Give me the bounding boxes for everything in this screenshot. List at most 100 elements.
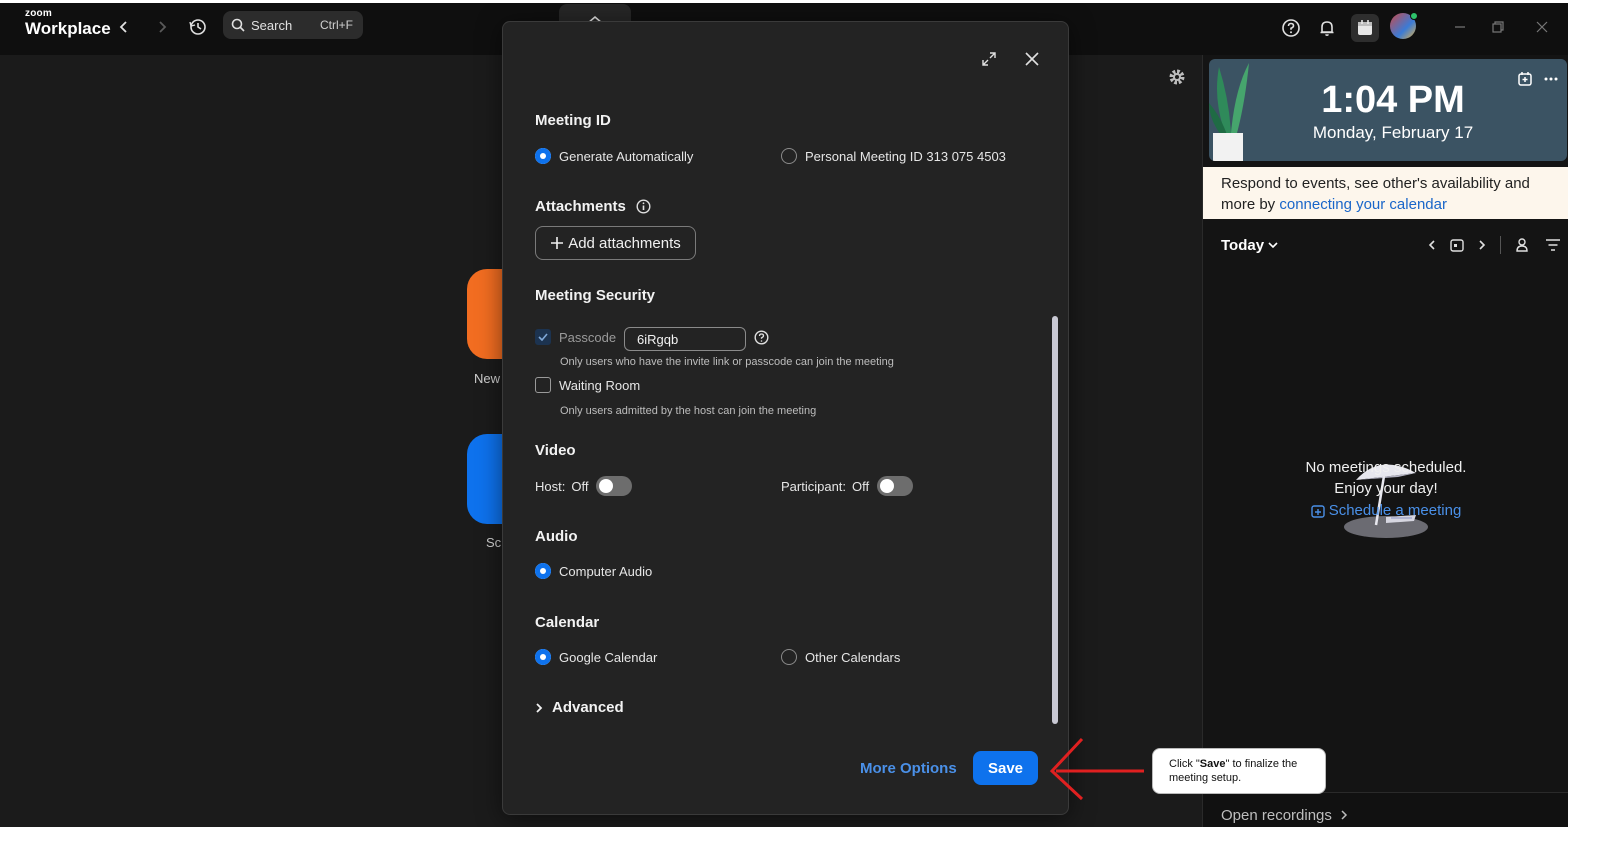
calendar-panel: 1:04 PM Monday, February 17 Respond to e… xyxy=(1202,55,1568,827)
meeting-id-auto-option[interactable]: Generate Automatically xyxy=(535,148,693,164)
close-window-button[interactable] xyxy=(1532,17,1552,37)
waiting-room-option[interactable]: Waiting Room xyxy=(535,377,640,393)
passcode-field[interactable] xyxy=(624,327,746,351)
contacts-icon[interactable] xyxy=(1515,237,1531,253)
calendar-panel-button[interactable] xyxy=(1351,14,1379,42)
checkmark-icon xyxy=(538,333,548,341)
gear-icon xyxy=(1169,69,1185,85)
other-calendars-option[interactable]: Other Calendars xyxy=(781,649,900,665)
radio-selected[interactable] xyxy=(535,649,551,665)
passcode-checkbox[interactable] xyxy=(535,329,551,345)
minimize-button[interactable] xyxy=(1450,17,1470,37)
meeting-id-personal-option[interactable]: Personal Meeting ID 313 075 4503 xyxy=(781,148,1006,164)
passcode-label: Passcode xyxy=(559,329,617,345)
close-icon xyxy=(1025,52,1039,66)
help-icon[interactable] xyxy=(754,330,769,345)
expand-button[interactable] xyxy=(978,48,1000,70)
plus-icon xyxy=(551,237,564,249)
empty-line1: No meetings scheduled. xyxy=(1305,459,1467,476)
next-day-icon[interactable] xyxy=(1478,239,1486,251)
passcode-option[interactable]: Passcode xyxy=(535,329,616,345)
add-event-icon[interactable] xyxy=(1517,71,1533,87)
empty-state: No meetings scheduled. Enjoy your day! S… xyxy=(1203,457,1568,519)
host-video-setting: Host: Off xyxy=(535,476,633,496)
info-icon[interactable] xyxy=(636,199,651,214)
scrollbar[interactable] xyxy=(1052,86,1058,726)
radio-unselected[interactable] xyxy=(781,148,797,164)
waiting-room-checkbox[interactable] xyxy=(535,377,551,393)
more-options-button[interactable]: More Options xyxy=(860,760,957,777)
avatar[interactable] xyxy=(1390,12,1418,39)
save-button[interactable]: Save xyxy=(973,751,1038,785)
calendar-picker-icon[interactable] xyxy=(1450,238,1464,252)
open-recordings-label: Open recordings xyxy=(1221,807,1332,824)
forward-button[interactable] xyxy=(150,15,174,39)
back-button[interactable] xyxy=(112,15,136,39)
new-meeting-label: New xyxy=(474,371,501,386)
restore-icon xyxy=(1492,21,1504,33)
prev-day-icon[interactable] xyxy=(1428,239,1436,251)
computer-audio-option[interactable]: Computer Audio xyxy=(535,563,652,579)
filter-icon[interactable] xyxy=(1545,238,1561,252)
today-dropdown[interactable]: Today xyxy=(1221,237,1278,254)
schedule-meeting-label: Schedule a meeting xyxy=(1328,502,1462,519)
calendar-add-icon xyxy=(1311,504,1325,518)
add-attachments-label: Add attachments xyxy=(568,234,681,252)
connect-calendar-link[interactable]: connecting your calendar xyxy=(1279,196,1447,213)
clock-card: 1:04 PM Monday, February 17 xyxy=(1209,59,1567,161)
waiting-room-hint: Only users admitted by the host can join… xyxy=(560,405,817,417)
attachments-header: Attachments xyxy=(535,198,651,215)
close-dialog-button[interactable] xyxy=(1021,48,1043,70)
history-icon xyxy=(189,19,206,35)
more-dots-icon[interactable] xyxy=(1543,71,1559,87)
help-icon xyxy=(1282,19,1300,37)
chevron-right-icon xyxy=(536,702,543,713)
waiting-room-label: Waiting Room xyxy=(559,377,641,393)
radio-selected[interactable] xyxy=(535,563,551,579)
close-icon xyxy=(1536,21,1548,33)
advanced-toggle[interactable]: Advanced xyxy=(535,699,624,716)
meeting-id-personal-label: Personal Meeting ID 313 075 4503 xyxy=(805,148,1006,164)
clock-date: Monday, February 17 xyxy=(1312,123,1474,142)
help-button[interactable] xyxy=(1278,15,1304,41)
host-video-toggle[interactable] xyxy=(596,476,633,496)
video-title: Video xyxy=(535,442,576,459)
search-icon xyxy=(231,18,245,32)
scrollbar-thumb[interactable] xyxy=(1052,316,1058,724)
schedule-meeting-dialog: Meeting ID Generate Automatically Person… xyxy=(502,21,1069,815)
google-calendar-label: Google Calendar xyxy=(559,649,658,665)
settings-button[interactable] xyxy=(1167,67,1187,92)
expand-icon xyxy=(982,52,996,66)
history-button[interactable] xyxy=(186,15,210,39)
zoom-logo: zoom Workplace xyxy=(25,9,111,38)
attachments-title: Attachments xyxy=(535,198,626,215)
clock-time: 1:04 PM xyxy=(1321,79,1465,121)
participant-video-toggle[interactable] xyxy=(877,476,914,496)
participant-video-setting: Participant: Off xyxy=(781,476,914,496)
search-bar[interactable]: Search Ctrl+F xyxy=(223,11,363,39)
callout-bold: Save xyxy=(1199,758,1226,770)
chevron-left-icon xyxy=(119,21,127,33)
host-video-label: Host: xyxy=(535,478,566,494)
chevron-right-icon xyxy=(159,21,167,33)
add-attachments-button[interactable]: Add attachments xyxy=(535,226,696,260)
online-status-dot xyxy=(1410,12,1418,20)
chevron-down-icon xyxy=(1268,242,1278,249)
radio-unselected[interactable] xyxy=(781,649,797,665)
restore-button[interactable] xyxy=(1488,17,1508,37)
meeting-id-title: Meeting ID xyxy=(535,112,611,129)
open-recordings-link[interactable]: Open recordings xyxy=(1203,792,1568,827)
search-label: Search xyxy=(251,17,293,33)
google-calendar-option[interactable]: Google Calendar xyxy=(535,649,657,665)
connect-calendar-notice: Respond to events, see other's availabil… xyxy=(1203,167,1568,219)
schedule-meeting-link[interactable]: Schedule a meeting xyxy=(1203,502,1568,519)
calendar-toolbar: Today xyxy=(1221,233,1561,257)
minimize-icon xyxy=(1455,26,1465,28)
other-calendars-label: Other Calendars xyxy=(805,649,901,665)
callout-prefix: Click " xyxy=(1169,758,1200,770)
radio-selected[interactable] xyxy=(535,148,551,164)
notifications-button[interactable] xyxy=(1314,15,1340,41)
computer-audio-label: Computer Audio xyxy=(559,563,653,579)
empty-line2: Enjoy your day! xyxy=(1334,480,1438,497)
advanced-label: Advanced xyxy=(552,699,624,716)
